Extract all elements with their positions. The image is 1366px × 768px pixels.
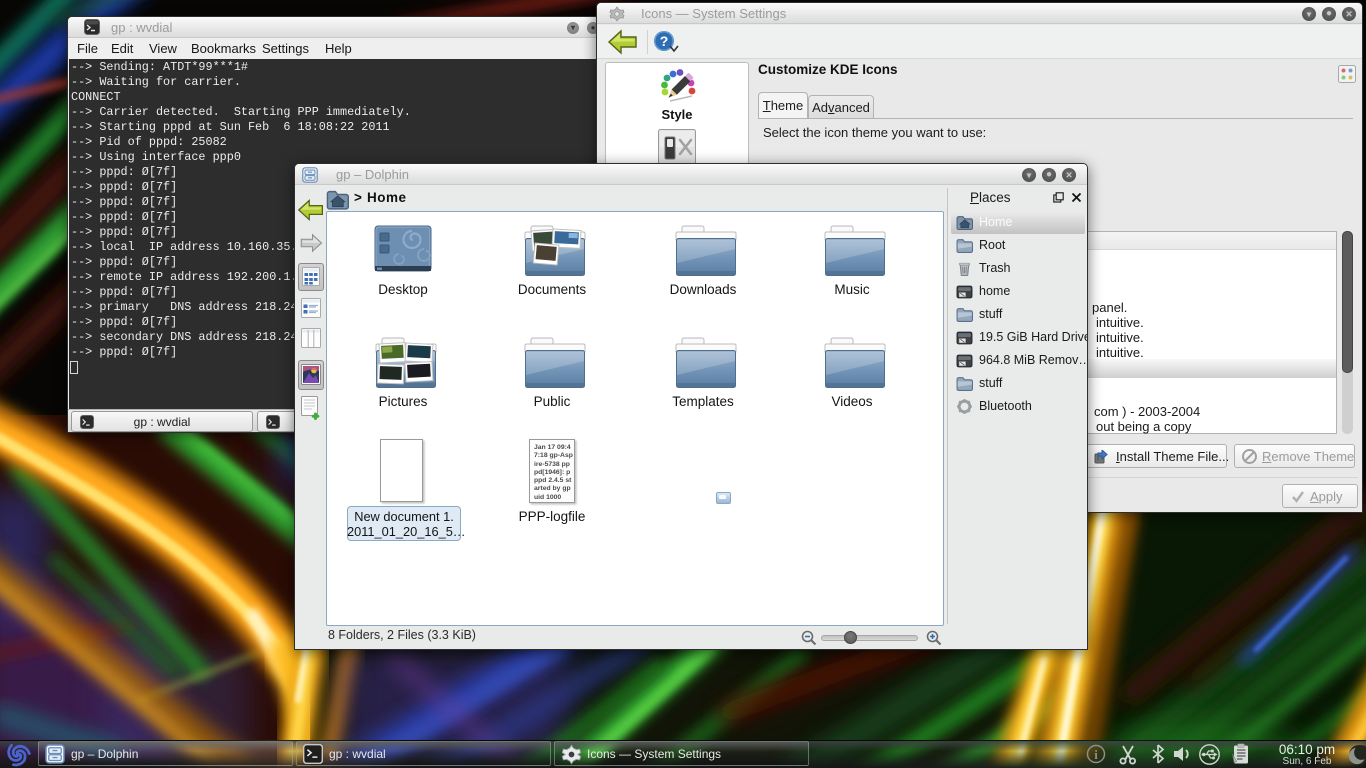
svg-text:i: i [1094,747,1098,762]
svg-text:?: ? [660,33,669,49]
